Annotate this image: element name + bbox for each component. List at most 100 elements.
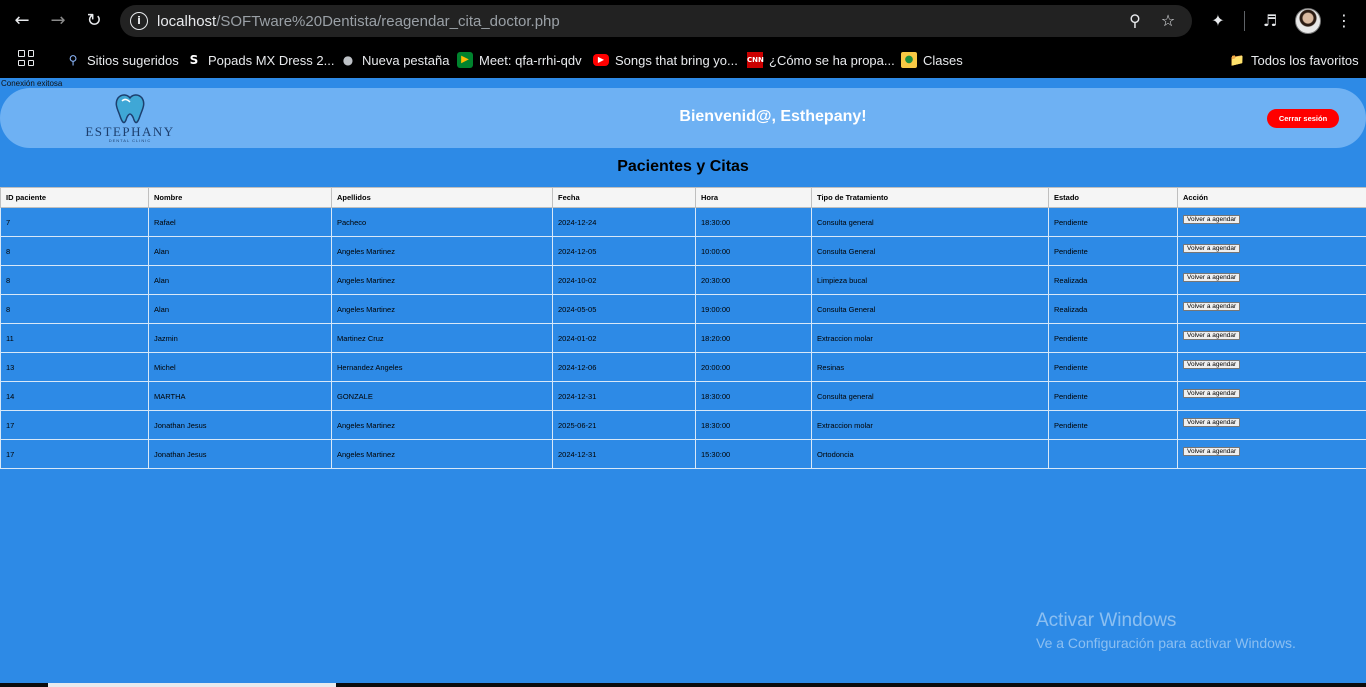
- reschedule-button[interactable]: Volver a agendar: [1183, 215, 1241, 224]
- site-info-icon[interactable]: i: [130, 12, 148, 30]
- cell-fecha: 2024-01-02: [552, 323, 696, 353]
- bookmark-songs[interactable]: ▶ Songs that bring yo...: [593, 50, 738, 70]
- cell-apellidos: Angeles Martinez: [331, 265, 553, 295]
- cell-estado: Realizada: [1048, 265, 1178, 295]
- bookmark-label: Songs that bring yo...: [615, 52, 738, 68]
- cell-nombre: Alan: [148, 236, 332, 266]
- header-accion: Acción: [1177, 187, 1366, 208]
- cell-fecha: 2024-05-05: [552, 294, 696, 324]
- watermark-subtitle: Ve a Configuración para activar Windows.: [1036, 635, 1296, 651]
- zoom-icon[interactable]: ⚲: [1125, 11, 1145, 31]
- cell-apellidos: Angeles Martinez: [331, 410, 553, 440]
- bookmark-nueva-pestana[interactable]: ● Nueva pestaña: [340, 50, 450, 70]
- globe-icon: ●: [342, 53, 354, 67]
- header-id-paciente: ID paciente: [0, 187, 149, 208]
- reschedule-button[interactable]: Volver a agendar: [1183, 418, 1241, 427]
- cell-accion: Volver a agendar: [1177, 410, 1366, 440]
- cell-id: 17: [0, 439, 149, 469]
- cell-estado: Pendiente: [1048, 207, 1178, 237]
- welcome-message: Bienvenid@, Esthepany!: [679, 108, 867, 125]
- browser-toolbar: ← → ↻ i localhost/SOFTware%20Dentista/re…: [0, 0, 1366, 42]
- reschedule-button[interactable]: Volver a agendar: [1183, 302, 1241, 311]
- bookmark-popads[interactable]: S Popads MX Dress 2...: [186, 50, 335, 70]
- bookmark-label: Meet: qfa-rrhi-qdv: [479, 52, 582, 68]
- logout-button[interactable]: Cerrar sesión: [1267, 109, 1339, 128]
- header-tipo-tratamiento: Tipo de Tratamiento: [811, 187, 1049, 208]
- cell-id: 7: [0, 207, 149, 237]
- cell-apellidos: GONZALE: [331, 381, 553, 411]
- cell-id: 17: [0, 410, 149, 440]
- header-estado: Estado: [1048, 187, 1178, 208]
- reload-icon[interactable]: ↻: [82, 9, 106, 33]
- cell-nombre: Rafael: [148, 207, 332, 237]
- cell-hora: 20:00:00: [695, 352, 812, 382]
- cell-tratamiento: Limpieza bucal: [811, 265, 1049, 295]
- url-text[interactable]: localhost/SOFTware%20Dentista/reagendar_…: [157, 13, 560, 30]
- back-arrow-icon[interactable]: ←: [10, 9, 34, 33]
- classroom-icon: ●: [901, 52, 917, 68]
- cell-hora: 19:00:00: [695, 294, 812, 324]
- cell-hora: 18:20:00: [695, 323, 812, 353]
- taskbar-highlight: [48, 683, 336, 687]
- cell-accion: Volver a agendar: [1177, 323, 1366, 353]
- bookmark-sitios-sugeridos[interactable]: ⚲ Sitios sugeridos: [65, 50, 179, 70]
- profile-avatar[interactable]: [1295, 8, 1321, 34]
- reschedule-button[interactable]: Volver a agendar: [1183, 360, 1241, 369]
- search-icon: ⚲: [68, 53, 78, 67]
- cell-nombre: Jonathan Jesus: [148, 439, 332, 469]
- reschedule-button[interactable]: Volver a agendar: [1183, 273, 1241, 282]
- appointments-table: ID paciente Nombre Apellidos Fecha Hora …: [0, 187, 1366, 469]
- cell-fecha: 2024-10-02: [552, 265, 696, 295]
- page-title: Pacientes y Citas: [617, 158, 749, 175]
- cell-fecha: 2024-12-31: [552, 439, 696, 469]
- cell-id: 14: [0, 381, 149, 411]
- bookmark-label: Clases: [923, 52, 963, 68]
- cell-apellidos: Hernandez Angeles: [331, 352, 553, 382]
- cell-fecha: 2024-12-31: [552, 381, 696, 411]
- table-row: 8 Alan Angeles Martinez 2024-10-02 20:30…: [0, 265, 1366, 295]
- cell-nombre: Jonathan Jesus: [148, 410, 332, 440]
- menu-kebab-icon[interactable]: ⋮: [1333, 10, 1355, 32]
- media-control-icon[interactable]: ♬: [1259, 10, 1281, 32]
- reschedule-button[interactable]: Volver a agendar: [1183, 389, 1241, 398]
- table-row: 8 Alan Angeles Martinez 2024-05-05 19:00…: [0, 294, 1366, 324]
- reschedule-button[interactable]: Volver a agendar: [1183, 447, 1241, 456]
- cell-hora: 10:00:00: [695, 236, 812, 266]
- logo-subtitle: DENTAL CLINIC: [108, 138, 152, 143]
- cell-accion: Volver a agendar: [1177, 381, 1366, 411]
- reschedule-button[interactable]: Volver a agendar: [1183, 244, 1241, 253]
- cell-tratamiento: Extraccion molar: [811, 410, 1049, 440]
- forward-arrow-icon[interactable]: →: [46, 9, 70, 33]
- extensions-icon[interactable]: ✦: [1207, 10, 1229, 32]
- bookmark-star-icon[interactable]: ☆: [1158, 11, 1178, 31]
- youtube-icon: ▶: [593, 54, 609, 66]
- cell-estado: Pendiente: [1048, 236, 1178, 266]
- windows-activation-watermark: Activar Windows Ve a Configuración para …: [1036, 610, 1296, 651]
- toolbar-separator: [1244, 11, 1245, 31]
- apps-grid-icon[interactable]: [18, 50, 34, 66]
- bookmark-label: Nueva pestaña: [362, 52, 450, 68]
- header-fecha: Fecha: [552, 187, 696, 208]
- cell-accion: Volver a agendar: [1177, 352, 1366, 382]
- table-row: 7 Rafael Pacheco 2024-12-24 18:30:00 Con…: [0, 207, 1366, 237]
- address-bar[interactable]: i localhost/SOFTware%20Dentista/reagenda…: [120, 5, 1192, 37]
- cell-id: 8: [0, 236, 149, 266]
- reschedule-button[interactable]: Volver a agendar: [1183, 331, 1241, 340]
- bookmark-como-se-ha[interactable]: CNN ¿Cómo se ha propa...: [747, 50, 895, 70]
- cell-id: 13: [0, 352, 149, 382]
- taskbar-edge: [0, 683, 1366, 687]
- cell-id: 8: [0, 294, 149, 324]
- cell-id: 8: [0, 265, 149, 295]
- table-row: 14 MARTHA GONZALE 2024-12-31 18:30:00 Co…: [0, 381, 1366, 411]
- cell-apellidos: Angeles Martinez: [331, 439, 553, 469]
- table-header-row: ID paciente Nombre Apellidos Fecha Hora …: [0, 187, 1366, 208]
- table-row: 11 Jazmin Martinez Cruz 2024-01-02 18:20…: [0, 323, 1366, 353]
- cell-estado: [1048, 439, 1178, 469]
- connection-status: Conexión exitosa: [1, 79, 63, 88]
- bookmark-clases[interactable]: ● Clases: [901, 50, 963, 70]
- cnn-icon: CNN: [747, 52, 764, 68]
- header-nombre: Nombre: [148, 187, 332, 208]
- bookmark-meet[interactable]: ▶ Meet: qfa-rrhi-qdv: [457, 50, 582, 70]
- all-bookmarks-folder[interactable]: 📁 Todos los favoritos: [1229, 50, 1359, 70]
- table-row: 8 Alan Angeles Martinez 2024-12-05 10:00…: [0, 236, 1366, 266]
